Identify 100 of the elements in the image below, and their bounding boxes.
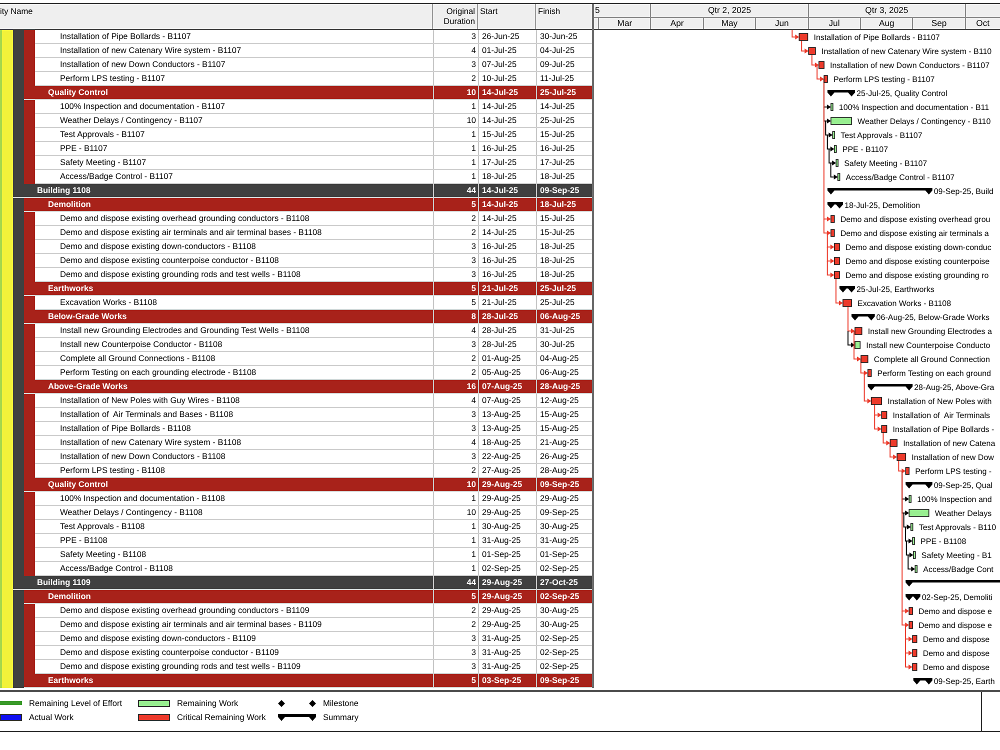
start-date: 21-Jul-25 xyxy=(478,296,536,309)
start-date: 16-Jul-25 xyxy=(478,142,536,155)
task-row[interactable]: Perform LPS testing - B1107 2 10-Jul-25 11-Jul-25 xyxy=(35,72,592,86)
finish-date: 15-Aug-25 xyxy=(536,422,592,435)
task-row[interactable]: Safety Meeting - B1107 1 17-Jul-25 17-Jul-25 xyxy=(35,156,592,170)
bar-label: Demo and dispose xyxy=(922,649,990,658)
start-date: 14-Jul-25 xyxy=(478,198,536,211)
legend-label: Remaining Level of Effort xyxy=(29,698,122,708)
critical-task-bar xyxy=(867,369,872,377)
task-row[interactable]: Access/Badge Control - B1108 1 02-Sep-25 02-Sep-25 xyxy=(35,562,592,576)
start-date: 13-Aug-25 xyxy=(478,422,536,435)
task-row[interactable]: PPE - B1107 1 16-Jul-25 16-Jul-25 xyxy=(35,142,592,156)
column-header[interactable]: Finish xyxy=(536,4,592,29)
duration-value: 4 xyxy=(433,394,478,407)
duration-value: 3 xyxy=(433,660,478,673)
bar-label: Installation of new Catena xyxy=(903,439,996,448)
task-bar xyxy=(830,117,852,125)
task-row[interactable]: Installation of new Down Conductors - B1107 3 07-Jul-25 09-Jul-25 xyxy=(35,58,592,72)
task-row[interactable]: Complete all Ground Connections - B1108 2 01-Aug-25 04-Aug-25 xyxy=(35,352,592,366)
task-row[interactable]: Demo and dispose existing down-conductors - B1109 3 31-Aug-25 02-Sep-25 xyxy=(35,632,592,646)
task-row[interactable]: PPE - B1108 1 31-Aug-25 31-Aug-25 xyxy=(35,534,592,548)
task-bar xyxy=(830,103,834,111)
task-row[interactable]: Safety Meeting - B1108 1 01-Sep-25 01-Sep-25 xyxy=(35,548,592,562)
task-row[interactable]: Excavation Works - B1108 5 21-Jul-25 25-Jul-25 xyxy=(35,296,592,310)
critical-task-bar xyxy=(912,635,918,643)
bar-label: 02-Sep-25, Demoliti xyxy=(922,593,993,602)
activity-name: Installation of New Poles with Guy Wires - B1108 xyxy=(59,394,241,407)
activity-name: PPE - B1108 xyxy=(59,534,108,547)
task-row[interactable]: 100% Inspection and documentation - B1107 1 14-Jul-25 14-Jul-25 xyxy=(35,100,592,114)
task-row[interactable]: Demo and dispose existing air terminals and air terminal bases - B1108 2 14-Jul-25 15-Jul-25 xyxy=(35,226,592,240)
task-bar xyxy=(832,131,836,139)
task-row[interactable]: Demo and dispose existing counterpoise conductor - B1108 3 16-Jul-25 18-Jul-25 xyxy=(35,254,592,268)
start-date: 14-Jul-25 xyxy=(478,114,536,127)
duration-value: 1 xyxy=(433,170,478,183)
start-date: 07-Aug-25 xyxy=(478,394,536,407)
task-row[interactable]: Installation of Pipe Bollards - B1108 3 13-Aug-25 15-Aug-25 xyxy=(35,422,592,436)
task-row[interactable]: Demo and dispose existing down-conductors - B1108 3 16-Jul-25 18-Jul-25 xyxy=(35,240,592,254)
critical-task-bar xyxy=(834,257,840,265)
legend-label: Milestone xyxy=(323,698,359,708)
activity-name: Excavation Works - B1108 xyxy=(59,296,158,309)
duration-value: 3 xyxy=(433,450,478,463)
diamond-icon xyxy=(309,700,316,706)
duration-value: 2 xyxy=(433,212,478,225)
activity-name: Installation of Pipe Bollards - B1107 xyxy=(59,30,192,43)
duration-value: 1 xyxy=(433,548,478,561)
task-row[interactable]: Demo and dispose existing air terminals and air terminal bases - B1109 2 29-Aug-25 30-Aug-25 xyxy=(35,618,592,632)
task-row[interactable]: Demo and dispose existing grounding rods and test wells - B1109 3 31-Aug-25 02-Sep-25 xyxy=(35,660,592,674)
column-header[interactable]: ity Name xyxy=(0,4,433,29)
task-row[interactable]: Demo and dispose existing grounding rods and test wells - B1108 3 16-Jul-25 18-Jul-25 xyxy=(35,268,592,282)
activity-name: Demo and dispose existing counterpoise conductor - B1108 xyxy=(59,254,280,267)
bar-label: 18-Jul-25, Demolition xyxy=(844,201,920,210)
critical-task-bar xyxy=(912,649,918,657)
task-row[interactable]: Install new Grounding Electrodes and Grounding Test Wells - B1108 4 28-Jul-25 31-Jul-25 xyxy=(35,324,592,338)
column-header[interactable]: Original Duration xyxy=(433,4,478,29)
task-row[interactable]: Installation of new Catenary Wire system - B1108 4 18-Aug-25 21-Aug-25 xyxy=(35,436,592,450)
task-row[interactable]: Demo and dispose existing counterpoise conductor - B1109 3 31-Aug-25 02-Sep-25 xyxy=(35,646,592,660)
activity-name: Perform LPS testing - B1107 xyxy=(59,72,166,85)
start-date: 10-Jul-25 xyxy=(478,72,536,85)
task-bar xyxy=(834,145,837,153)
bar-label: Perform Testing on each ground xyxy=(877,369,991,378)
finish-date: 11-Jul-25 xyxy=(536,72,592,85)
task-row[interactable]: Installation of new Down Conductors - B1108 3 22-Aug-25 26-Aug-25 xyxy=(35,450,592,464)
activity-name: Access/Badge Control - B1107 xyxy=(59,170,174,183)
finish-date: 18-Jul-25 xyxy=(536,268,592,281)
activity-name: Demo and dispose existing air terminals and air terminal bases - B1109 xyxy=(59,618,323,631)
duration-value: 4 xyxy=(433,324,478,337)
task-row[interactable]: Demo and dispose existing overhead grounding conductors - B1109 2 29-Aug-25 30-Aug-25 xyxy=(35,604,592,618)
task-row[interactable]: Weather Delays / Contingency - B1107 10 14-Jul-25 25-Jul-25 xyxy=(35,114,592,128)
duration-value: 5 xyxy=(433,296,478,309)
start-date: 07-Aug-25 xyxy=(478,380,536,393)
task-row[interactable]: Install new Counterpoise Conductor - B1108 3 28-Jul-25 30-Jul-25 xyxy=(35,338,592,352)
task-row[interactable]: Test Approvals - B1107 1 15-Jul-25 15-Jul-25 xyxy=(35,128,592,142)
start-date: 31-Aug-25 xyxy=(478,646,536,659)
activity-name: 100% Inspection and documentation - B1108 xyxy=(59,492,226,505)
task-row[interactable]: Installation of new Catenary Wire system - B1107 4 01-Jul-25 04-Jul-25 xyxy=(35,44,592,58)
activity-name: Test Approvals - B1108 xyxy=(59,520,146,533)
start-date: 27-Aug-25 xyxy=(478,464,536,477)
task-row[interactable]: Installation of Pipe Bollards - B1107 3 26-Jun-25 30-Jun-25 xyxy=(35,30,592,44)
task-row[interactable]: Test Approvals - B1108 1 30-Aug-25 30-Aug-25 xyxy=(35,520,592,534)
bar-label: 06-Aug-25, Below-Grade Works xyxy=(876,313,990,322)
dependency-arrow xyxy=(792,30,800,40)
summary-bar xyxy=(906,594,920,600)
task-row[interactable]: Installation of New Poles with Guy Wires - B1108 4 07-Aug-25 12-Aug-25 xyxy=(35,394,592,408)
start-date: 16-Jul-25 xyxy=(478,240,536,253)
month-header: Mar xyxy=(599,18,652,29)
finish-date: 30-Aug-25 xyxy=(536,604,592,617)
task-row[interactable]: Weather Delays / Contingency - B1108 10 29-Aug-25 09-Sep-25 xyxy=(35,506,592,520)
quarter-header: Qtr 2, 2025 xyxy=(651,4,809,17)
duration-value: 3 xyxy=(433,58,478,71)
quarter-header: 5 xyxy=(594,4,652,17)
finish-date: 02-Sep-25 xyxy=(536,660,592,673)
task-row[interactable]: Demo and dispose existing overhead grounding conductors - B1108 2 14-Jul-25 15-Jul-25 xyxy=(35,212,592,226)
column-header[interactable]: Start xyxy=(478,4,536,29)
task-row[interactable]: 100% Inspection and documentation - B1108 1 29-Aug-25 29-Aug-25 xyxy=(35,492,592,506)
task-row[interactable]: Perform Testing on each grounding electrode - B1108 2 05-Aug-25 06-Aug-25 xyxy=(35,366,592,380)
task-row[interactable]: Installation of Air Terminals and Bases - B1108 3 13-Aug-25 15-Aug-25 xyxy=(35,408,592,422)
task-row[interactable]: Perform LPS testing - B1108 2 27-Aug-25 28-Aug-25 xyxy=(35,464,592,478)
task-row[interactable]: Access/Badge Control - B1107 1 18-Jul-25 18-Jul-25 xyxy=(35,170,592,184)
start-date: 28-Jul-25 xyxy=(478,338,536,351)
activity-name: Access/Badge Control - B1108 xyxy=(59,562,174,575)
